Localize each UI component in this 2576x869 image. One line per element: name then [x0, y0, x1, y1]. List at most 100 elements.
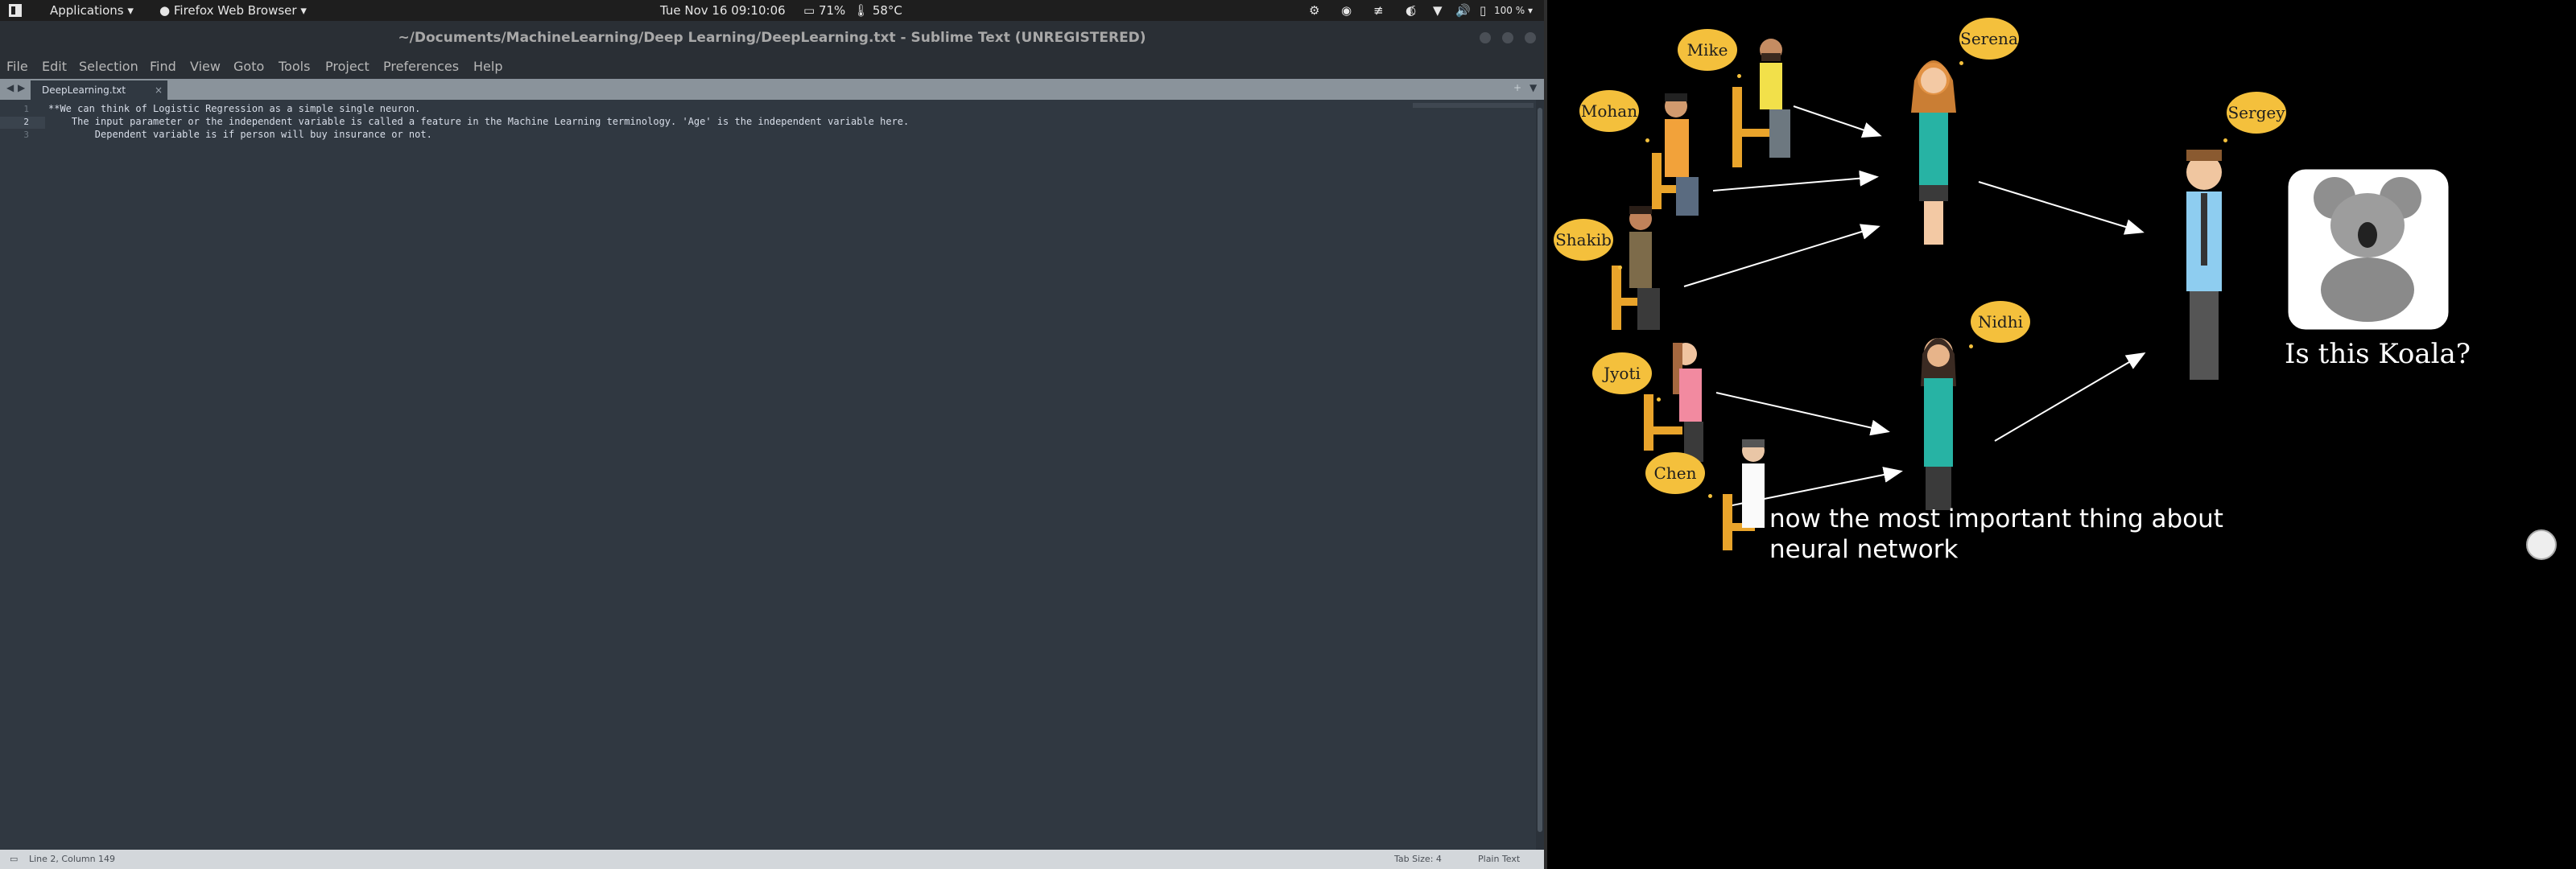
legs	[2190, 291, 2219, 380]
app-grid-icon[interactable]	[8, 0, 23, 21]
torso	[1629, 232, 1652, 288]
menu-view[interactable]: View	[190, 55, 221, 79]
line-number: 1	[23, 104, 29, 114]
menu-selection[interactable]: Selection	[79, 55, 138, 79]
menu-tools[interactable]: Tools	[279, 55, 310, 79]
menu-project[interactable]: Project	[325, 55, 369, 79]
temperature-value: 58°C	[872, 3, 902, 18]
line-gutter: 1 2 3	[0, 100, 35, 850]
tray-app-icon[interactable]: ≢	[1373, 0, 1384, 21]
chair	[1644, 394, 1653, 451]
name-bubble-shakib: Shakib	[1554, 219, 1613, 261]
thought-dot	[1708, 494, 1712, 498]
torso	[1742, 463, 1765, 528]
name-bubble-chen: Chen	[1645, 452, 1705, 494]
thermometer-icon: 🌡	[853, 3, 869, 18]
thought-dot	[1657, 397, 1661, 402]
koala-image	[2289, 171, 2447, 328]
editor-area[interactable]: 1 2 3 **We can think of Logistic Regress…	[0, 100, 1536, 850]
code-line[interactable]: **We can think of Logistic Regression as…	[48, 103, 420, 114]
menu-file[interactable]: File	[6, 55, 28, 79]
discord-icon[interactable]: ◉	[1341, 0, 1352, 21]
minimap[interactable]	[1413, 103, 1534, 108]
menu-goto[interactable]: Goto	[233, 55, 264, 79]
hair	[1629, 206, 1652, 214]
chair	[1723, 494, 1732, 550]
tab-bar: ◀ ▶ DeepLearning.txt × + ▼	[0, 79, 1544, 100]
tab-list-icon[interactable]: ▼	[1530, 82, 1537, 93]
tab-next-icon[interactable]: ▶	[18, 82, 25, 93]
window-title-bar: ~/Documents/MachineLearning/Deep Learnin…	[0, 21, 1544, 55]
menu-preferences[interactable]: Preferences	[383, 55, 459, 79]
thought-dot	[2223, 138, 2227, 142]
battery-value: 71%	[818, 3, 846, 18]
maximize-button[interactable]	[1502, 32, 1513, 43]
torso	[1924, 378, 1953, 467]
torso	[1760, 63, 1782, 109]
line-number: 3	[23, 130, 29, 140]
tab-close-icon[interactable]: ×	[155, 80, 163, 100]
person-nidhi	[1921, 338, 1956, 510]
close-window-button[interactable]	[1525, 32, 1536, 43]
browser-label: Firefox Web Browser	[173, 3, 297, 18]
koala-body	[2321, 257, 2414, 322]
hair	[2186, 150, 2222, 161]
new-tab-icon[interactable]: +	[1513, 82, 1521, 93]
arrow	[1715, 392, 1890, 436]
face	[1921, 68, 1946, 93]
menu-bar: File Edit Selection Find View Goto Tools…	[0, 55, 1544, 79]
chair	[1644, 426, 1682, 434]
legs	[1637, 288, 1660, 330]
tab-size-indicator[interactable]: Tab Size: 4	[1394, 850, 1442, 869]
status-bar: ▭ Line 2, Column 149 Tab Size: 4 Plain T…	[0, 850, 1544, 869]
chair	[1652, 153, 1662, 209]
vertical-scrollbar[interactable]	[1536, 100, 1544, 850]
legs	[1676, 177, 1699, 216]
clock[interactable]: Tue Nov 16 09:10:06	[660, 0, 786, 21]
sublime-text-window: Applications ▾ ● Firefox Web Browser ▾ T…	[0, 0, 1544, 869]
wifi-icon[interactable]: ▼	[1433, 0, 1443, 21]
scrollbar-thumb[interactable]	[1538, 108, 1542, 832]
volume-icon[interactable]: 🔊	[1455, 0, 1471, 21]
menu-edit[interactable]: Edit	[42, 55, 67, 79]
minimize-button[interactable]	[1480, 32, 1491, 43]
tab-prev-icon[interactable]: ◀	[6, 82, 14, 93]
thought-dot	[1737, 74, 1741, 78]
zoom-indicator[interactable]: 100 % ▾	[1494, 0, 1533, 21]
tab-label: DeepLearning.txt	[42, 84, 126, 96]
browser-launcher[interactable]: ● Firefox Web Browser ▾	[159, 0, 307, 21]
chair	[1732, 87, 1742, 167]
menu-find[interactable]: Find	[150, 55, 176, 79]
window-title: ~/Documents/MachineLearning/Deep Learnin…	[398, 30, 1146, 46]
person-chen	[1742, 439, 1765, 528]
panel-toggle-icon[interactable]: ▭	[10, 850, 18, 869]
person-mike	[1760, 39, 1790, 158]
subtitle-line: now the most important thing about	[1769, 505, 2223, 533]
steam-icon[interactable]: ⚙	[1309, 0, 1319, 21]
syntax-indicator[interactable]: Plain Text	[1478, 850, 1520, 869]
face	[1927, 344, 1950, 367]
subtitle-line: neural network	[1769, 535, 1959, 564]
code-line[interactable]: The input parameter or the independent v…	[48, 116, 909, 127]
recording-badge-icon[interactable]	[2526, 529, 2557, 560]
line-number: 2	[23, 117, 29, 127]
applications-menu[interactable]: Applications ▾	[50, 0, 134, 21]
system-top-bar: Applications ▾ ● Firefox Web Browser ▾ T…	[0, 0, 1544, 21]
beard	[1761, 53, 1781, 61]
legs	[1924, 201, 1943, 245]
arrow	[1683, 224, 1880, 287]
person-sergey	[2186, 150, 2222, 380]
name-bubble-sergey: Sergey	[2227, 92, 2286, 134]
legs	[1769, 109, 1790, 158]
firefox-icon: ●	[159, 3, 171, 18]
skirt	[1919, 185, 1948, 201]
arrow	[1994, 352, 2146, 442]
name-bubble-mohan: Mohan	[1579, 90, 1639, 132]
code-line[interactable]: Dependent variable is if person will buy…	[48, 129, 432, 140]
name-bubble-nidhi: Nidhi	[1971, 301, 2030, 343]
battery-icon[interactable]: ▯	[1480, 0, 1486, 21]
night-mode-icon[interactable]: ☾	[1409, 0, 1419, 21]
menu-help[interactable]: Help	[473, 55, 502, 79]
hair	[1742, 439, 1765, 447]
tab-deeplearning[interactable]: DeepLearning.txt ×	[31, 80, 167, 100]
